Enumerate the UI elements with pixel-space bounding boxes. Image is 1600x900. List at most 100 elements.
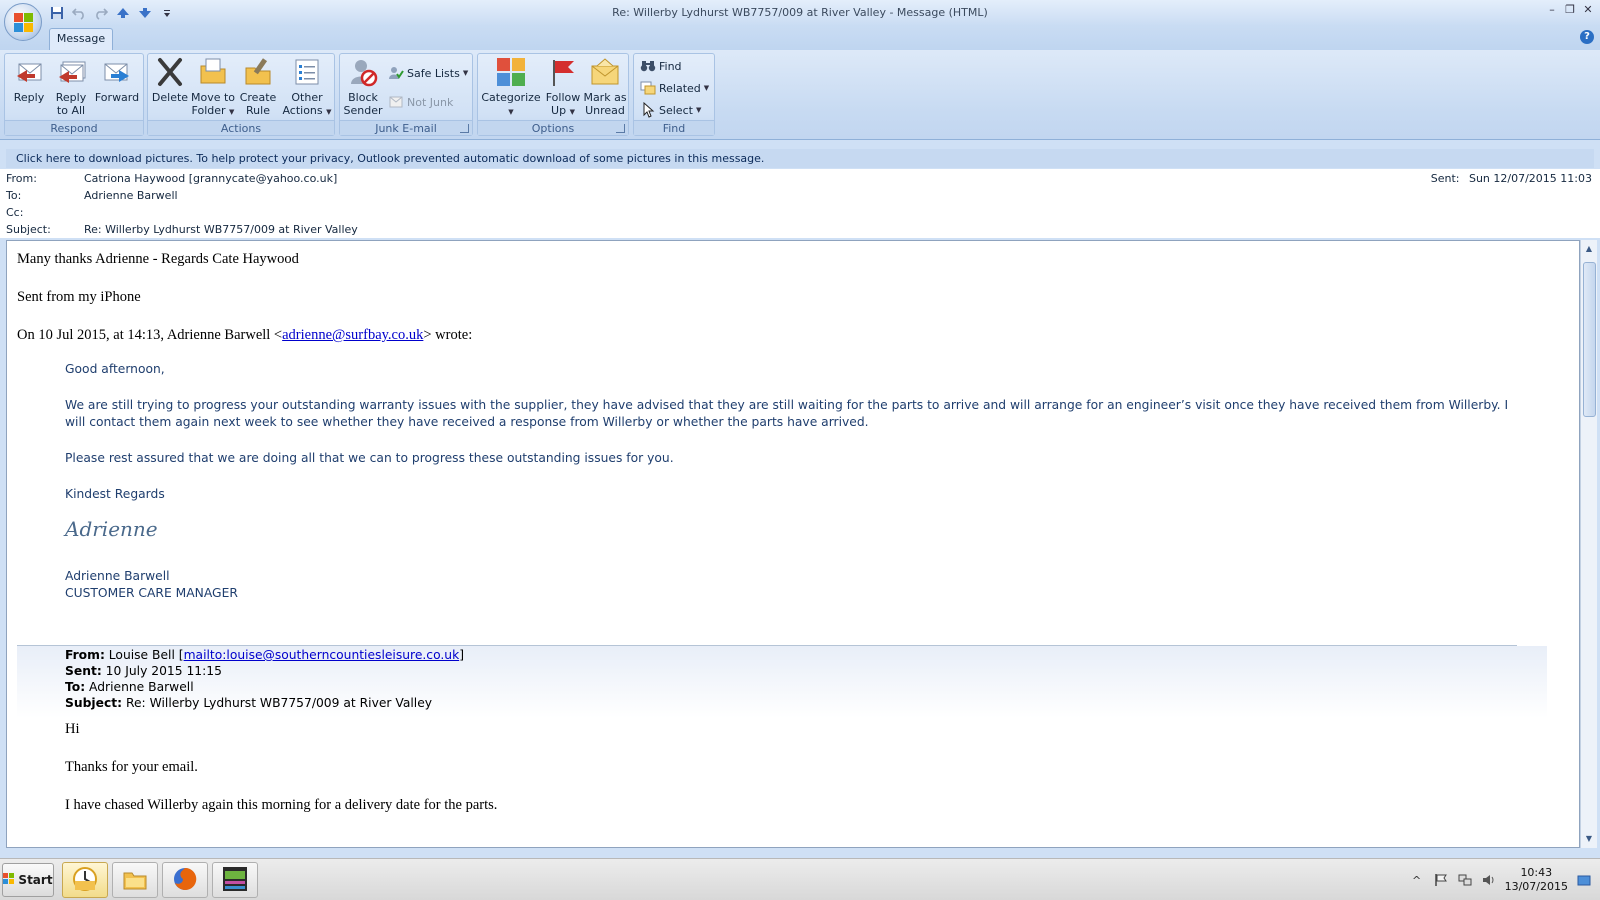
ribbon: Reply Reply to All Forward Respond Delet…: [0, 50, 1600, 140]
signature-name: Adrienne Barwell: [65, 569, 170, 583]
download-pictures-infobar[interactable]: Click here to download pictures. To help…: [6, 149, 1594, 168]
not-junk-icon: [388, 94, 404, 110]
quote-regards: Kindest Regards: [65, 487, 165, 501]
group-junk-email: Block Sender Safe Lists ▼ Not Junk Junk …: [339, 53, 473, 136]
restore-icon[interactable]: ❐: [1562, 2, 1578, 18]
dropdown-caret-icon: ▼: [326, 108, 332, 116]
quote-para-1-line-1: We are still trying to progress your out…: [65, 398, 1509, 412]
select-button[interactable]: Select ▼: [640, 101, 701, 119]
dropdown-caret-icon: ▼: [229, 108, 235, 116]
sent-label: Sent:: [1430, 172, 1460, 185]
dropdown-caret-icon: ▼: [508, 108, 514, 116]
create-rule-button[interactable]: Create Rule: [237, 56, 279, 117]
window-controls: – ❐ ✕: [1544, 2, 1596, 18]
forward-button[interactable]: Forward: [93, 56, 141, 104]
subject-value: Re: Willerby Lydhurst WB7757/009 at Rive…: [84, 223, 358, 236]
fwd-email-link[interactable]: mailto:louise@southerncountiesleisure.co…: [184, 648, 460, 662]
binoculars-icon: [640, 58, 656, 74]
to-value[interactable]: Adrienne Barwell: [84, 189, 178, 202]
dialog-launcher-icon[interactable]: [616, 124, 625, 133]
reply-all-button[interactable]: Reply to All: [51, 56, 91, 117]
sage-icon: [221, 865, 249, 896]
from-label: From:: [6, 172, 37, 185]
message-body[interactable]: Many thanks Adrienne - Regards Cate Hayw…: [6, 240, 1580, 848]
other-actions-icon: [291, 56, 323, 88]
clock[interactable]: 10:43 13/07/2015: [1505, 866, 1568, 894]
scroll-up-icon[interactable]: ▲: [1581, 242, 1597, 256]
group-actions: Delete Move to Folder ▼ Create Rule Othe…: [147, 53, 335, 136]
group-label: Options: [478, 120, 628, 135]
subject-row: Subject: Re: Willerby Lydhurst WB7757/00…: [6, 223, 1006, 239]
taskbar-sage[interactable]: [212, 862, 258, 898]
dropdown-caret-icon: ▼: [695, 106, 702, 114]
quote-intro: On 10 Jul 2015, at 14:13, Adrienne Barwe…: [17, 327, 473, 343]
dialog-launcher-icon[interactable]: [460, 124, 469, 133]
not-junk-button[interactable]: Not Junk: [388, 93, 453, 111]
related-button[interactable]: Related ▼: [640, 79, 709, 97]
taskbar-firefox[interactable]: [162, 862, 208, 898]
show-hidden-icons-icon[interactable]: ^: [1409, 872, 1425, 888]
fwd-subject: Subject: Re: Willerby Lydhurst WB7757/00…: [65, 696, 433, 710]
fwd-hi: Hi: [65, 721, 80, 737]
fwd-thanks: Thanks for your email.: [65, 759, 198, 775]
other-actions-button[interactable]: Other Actions ▼: [281, 56, 333, 119]
clock-date: 13/07/2015: [1504, 880, 1568, 893]
safe-lists-button[interactable]: Safe Lists ▼: [388, 64, 468, 82]
start-button[interactable]: Start: [2, 863, 54, 897]
tab-message[interactable]: Message: [49, 28, 113, 50]
vertical-scrollbar[interactable]: ▲ ▼: [1580, 240, 1597, 848]
dropdown-caret-icon: ▼: [569, 108, 575, 116]
volume-icon[interactable]: [1481, 872, 1497, 888]
ribbon-tab-row: Message ?: [0, 26, 1600, 50]
subject-label: Subject:: [6, 223, 51, 236]
sent-value: Sun 12/07/2015 11:03: [1468, 172, 1592, 185]
office-logo-icon: [14, 13, 34, 33]
find-button[interactable]: Find: [640, 57, 682, 75]
action-center-flag-icon[interactable]: [1433, 872, 1449, 888]
close-icon[interactable]: ✕: [1580, 2, 1596, 18]
help-icon[interactable]: ?: [1580, 30, 1594, 44]
flag-icon: [547, 56, 579, 88]
network-icon[interactable]: [1457, 872, 1473, 888]
office-button[interactable]: [4, 3, 42, 41]
taskbar-explorer[interactable]: [112, 862, 158, 898]
email-link[interactable]: adrienne@surfbay.co.uk: [282, 327, 423, 343]
reply-all-icon: [55, 56, 87, 88]
windows-flag-icon: [3, 872, 15, 888]
mark-as-unread-button[interactable]: Mark as Unread: [583, 56, 627, 117]
forward-icon: [101, 56, 133, 88]
reply-icon: [13, 56, 45, 88]
fwd-from: From: Louise Bell [mailto:louise@souther…: [65, 648, 465, 662]
quote-para-2: Please rest assured that we are doing al…: [65, 451, 674, 465]
dropdown-caret-icon: ▼: [703, 84, 710, 92]
quote-para-1-line-2: will contact them again next week to see…: [65, 415, 869, 429]
group-label: Actions: [148, 120, 334, 135]
reply-button[interactable]: Reply: [9, 56, 49, 104]
minimize-icon[interactable]: –: [1544, 2, 1560, 18]
from-value[interactable]: Catriona Haywood [grannycate@yahoo.co.uk…: [84, 172, 337, 185]
fwd-to: To: Adrienne Barwell: [65, 680, 194, 694]
forwarded-header: From: Louise Bell [mailto:louise@souther…: [17, 646, 1547, 718]
scroll-down-icon[interactable]: ▼: [1581, 832, 1597, 846]
signature-image: Adrienne: [65, 517, 158, 541]
dropdown-caret-icon: ▼: [462, 69, 469, 77]
categorize-icon: [495, 56, 527, 88]
block-sender-button[interactable]: Block Sender: [343, 56, 383, 117]
to-label: To:: [6, 189, 22, 202]
safe-lists-icon: [388, 65, 404, 81]
scroll-thumb[interactable]: [1583, 262, 1596, 417]
system-tray: ^ 10:43 13/07/2015: [1409, 859, 1600, 900]
follow-up-button[interactable]: Follow Up ▼: [543, 56, 583, 119]
cc-label: Cc:: [6, 206, 24, 219]
firefox-icon: [171, 865, 199, 896]
show-desktop-icon[interactable]: [1576, 872, 1592, 888]
move-to-folder-button[interactable]: Move to Folder ▼: [190, 56, 236, 119]
delete-icon: [154, 56, 186, 88]
mark-unread-icon: [589, 56, 621, 88]
categorize-button[interactable]: Categorize ▼: [480, 56, 542, 119]
taskbar-outlook[interactable]: [62, 862, 108, 898]
folder-move-icon: [197, 56, 229, 88]
body-line-sent-from: Sent from my iPhone: [17, 289, 141, 305]
from-row: From: Catriona Haywood [grannycate@yahoo…: [6, 172, 1006, 188]
delete-button[interactable]: Delete: [151, 56, 189, 104]
